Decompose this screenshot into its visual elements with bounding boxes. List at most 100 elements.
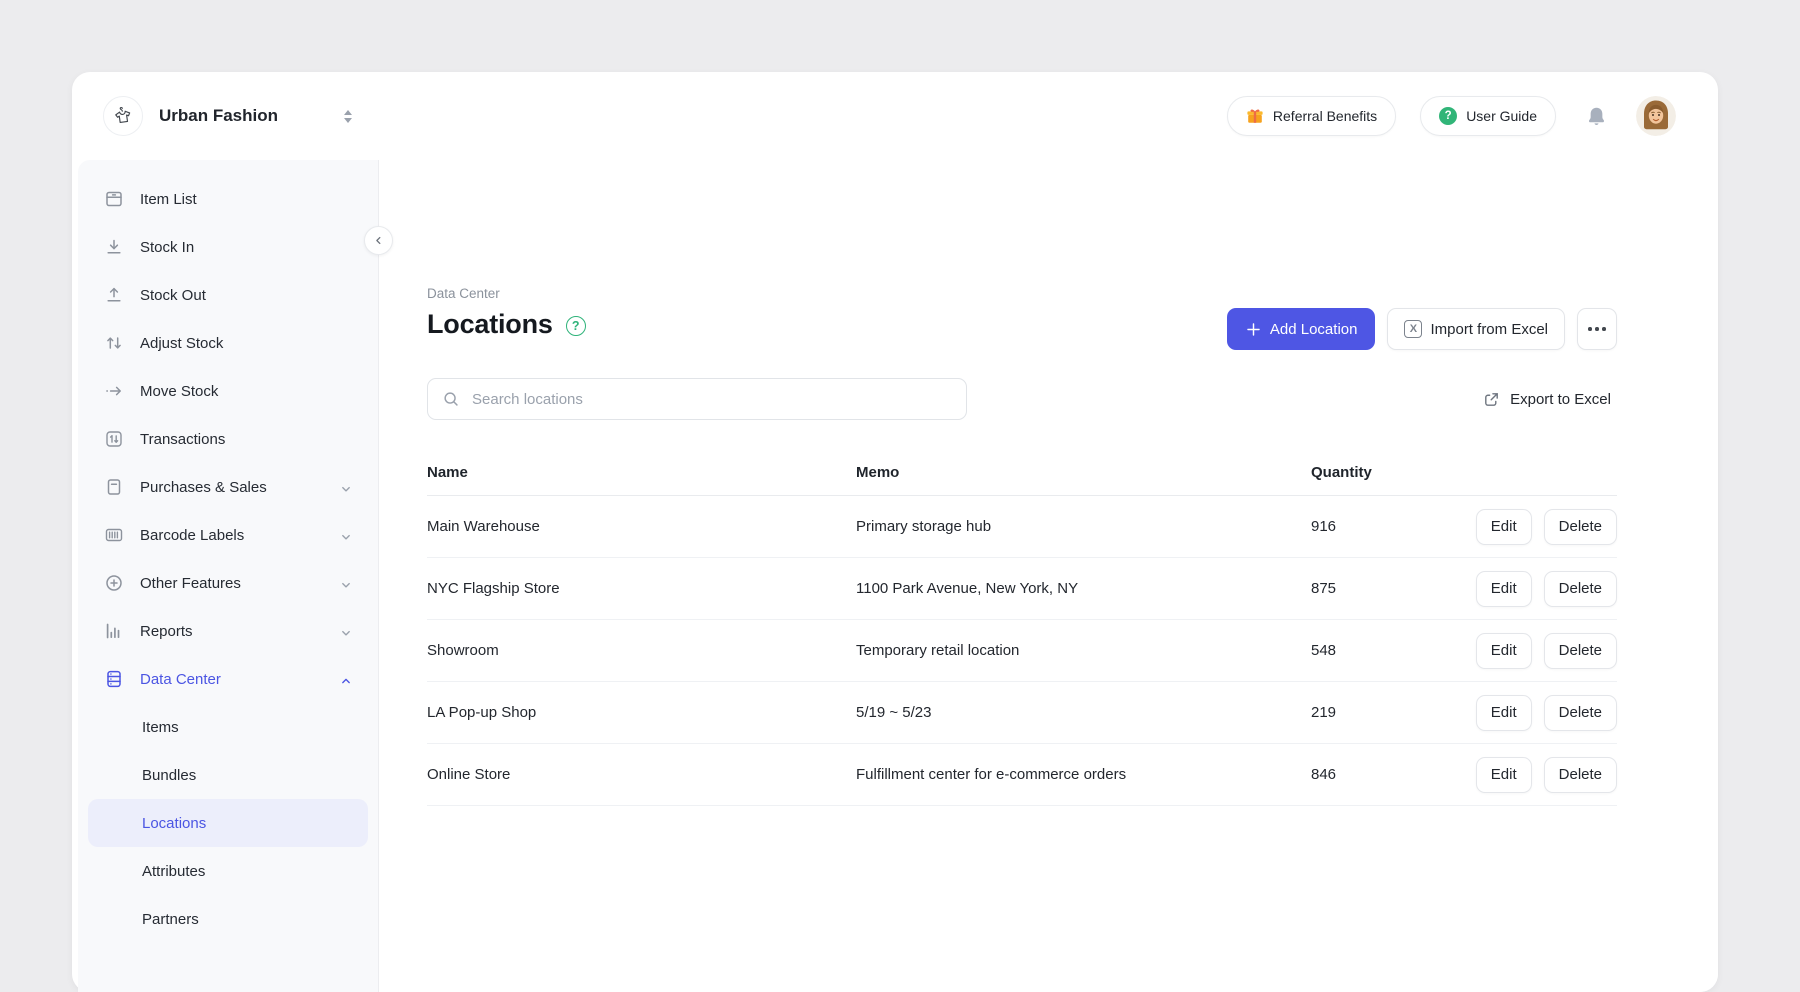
sidebar-item-purchases-sales[interactable]: Purchases & Sales bbox=[78, 463, 378, 511]
sidebar-item-stock-out[interactable]: Stock Out bbox=[78, 271, 378, 319]
sidebar-subitem-label: Attributes bbox=[142, 863, 205, 880]
cell-memo: 1100 Park Avenue, New York, NY bbox=[856, 580, 1311, 597]
sidebar-item-reports[interactable]: Reports bbox=[78, 607, 378, 655]
edit-button[interactable]: Edit bbox=[1476, 757, 1532, 793]
cell-name: Online Store bbox=[427, 766, 856, 783]
sidebar-item-other-features[interactable]: Other Features bbox=[78, 559, 378, 607]
sidebar-item-transactions[interactable]: Transactions bbox=[78, 415, 378, 463]
sidebar-item-label: Other Features bbox=[140, 575, 241, 592]
workspace-name: Urban Fashion bbox=[159, 106, 278, 126]
edit-button[interactable]: Edit bbox=[1476, 633, 1532, 669]
other-features-icon bbox=[104, 573, 124, 593]
cell-memo: Fulfillment center for e-commerce orders bbox=[856, 766, 1311, 783]
avatar[interactable] bbox=[1636, 96, 1676, 136]
plus-icon bbox=[1245, 321, 1262, 338]
workspace-switcher-icon[interactable] bbox=[344, 110, 352, 123]
cell-quantity: 875 bbox=[1311, 580, 1485, 597]
notifications-bell-button[interactable] bbox=[1585, 105, 1608, 128]
move-stock-icon bbox=[104, 381, 124, 401]
sidebar-item-label: Item List bbox=[140, 191, 197, 208]
delete-button[interactable]: Delete bbox=[1544, 571, 1617, 607]
cell-name: LA Pop-up Shop bbox=[427, 704, 856, 721]
column-header-memo: Memo bbox=[856, 464, 1311, 481]
reports-icon bbox=[104, 621, 124, 641]
sidebar-item-adjust-stock[interactable]: Adjust Stock bbox=[78, 319, 378, 367]
sidebar-item-label: Purchases & Sales bbox=[140, 479, 267, 496]
delete-button[interactable]: Delete bbox=[1544, 695, 1617, 731]
question-circle-icon: ? bbox=[1439, 107, 1457, 125]
edit-button[interactable]: Edit bbox=[1476, 695, 1532, 731]
page-background: { "app": { "workspace_name": "Urban Fash… bbox=[0, 0, 1800, 951]
sidebar: Item List Stock In Stock OutAdjust Stock Mo… bbox=[78, 160, 379, 992]
sidebar-subitem-label: Locations bbox=[142, 815, 206, 832]
breadcrumb: Data Center bbox=[427, 286, 500, 301]
workspace-switcher[interactable]: Urban Fashion bbox=[103, 96, 352, 136]
table-header: Name Memo Quantity bbox=[427, 450, 1617, 496]
help-icon[interactable]: ? bbox=[566, 316, 586, 336]
cell-quantity: 846 bbox=[1311, 766, 1485, 783]
adjust-stock-icon bbox=[104, 333, 124, 353]
sidebar-item-barcode-labels[interactable]: Barcode Labels bbox=[78, 511, 378, 559]
sidebar-nav: Item List Stock In Stock OutAdjust Stock Mo… bbox=[78, 175, 378, 943]
cell-quantity: 219 bbox=[1311, 704, 1485, 721]
cell-memo: 5/19 ~ 5/23 bbox=[856, 704, 1311, 721]
sidebar-subitem-items[interactable]: Items bbox=[88, 703, 368, 751]
cell-name: Main Warehouse bbox=[427, 518, 856, 535]
sidebar-item-label: Stock In bbox=[140, 239, 194, 256]
delete-button[interactable]: Delete bbox=[1544, 633, 1617, 669]
transactions-icon bbox=[104, 429, 124, 449]
sidebar-subitem-label: Items bbox=[142, 719, 179, 736]
sidebar-subitem-label: Bundles bbox=[142, 767, 196, 784]
sidebar-subitem-partners[interactable]: Partners bbox=[88, 895, 368, 943]
ellipsis-icon bbox=[1588, 327, 1592, 331]
sidebar-item-item-list[interactable]: Item List bbox=[78, 175, 378, 223]
add-location-button[interactable]: Add Location bbox=[1227, 308, 1376, 350]
more-options-button[interactable] bbox=[1577, 308, 1617, 350]
cell-memo: Primary storage hub bbox=[856, 518, 1311, 535]
chevron-up-icon bbox=[338, 671, 354, 687]
app-header: Urban Fashion Referral Benefits bbox=[72, 72, 1718, 160]
delete-button[interactable]: Delete bbox=[1544, 509, 1617, 545]
delete-button[interactable]: Delete bbox=[1544, 757, 1617, 793]
chevron-down-icon bbox=[338, 623, 354, 639]
locations-table: Name Memo Quantity Main WarehousePrimary… bbox=[427, 450, 1617, 806]
table-row: NYC Flagship Store1100 Park Avenue, New … bbox=[427, 558, 1617, 620]
barcode-labels-icon bbox=[104, 525, 124, 545]
sidebar-item-label: Reports bbox=[140, 623, 193, 640]
tshirt-logo-icon bbox=[103, 96, 143, 136]
app-card: Urban Fashion Referral Benefits bbox=[72, 72, 1718, 992]
cell-name: NYC Flagship Store bbox=[427, 580, 856, 597]
data-center-icon bbox=[104, 669, 124, 689]
referral-benefits-button[interactable]: Referral Benefits bbox=[1227, 96, 1396, 136]
sidebar-subitem-attributes[interactable]: Attributes bbox=[88, 847, 368, 895]
page-title: Locations bbox=[427, 309, 553, 340]
cell-quantity: 916 bbox=[1311, 518, 1485, 535]
sidebar-item-move-stock[interactable]: Move Stock bbox=[78, 367, 378, 415]
page-actions: Add Location X Import from Excel bbox=[1227, 308, 1617, 350]
table-row: Online StoreFulfillment center for e-com… bbox=[427, 744, 1617, 806]
user-guide-button[interactable]: ? User Guide bbox=[1420, 96, 1556, 136]
sidebar-item-label: Move Stock bbox=[140, 383, 218, 400]
sidebar-subitem-bundles[interactable]: Bundles bbox=[88, 751, 368, 799]
sidebar-item-data-center[interactable]: Data Center bbox=[78, 655, 378, 703]
table-body: Main WarehousePrimary storage hub916Edit… bbox=[427, 496, 1617, 806]
edit-button[interactable]: Edit bbox=[1476, 509, 1532, 545]
import-from-excel-button[interactable]: X Import from Excel bbox=[1387, 308, 1565, 350]
sidebar-subitem-label: Partners bbox=[142, 911, 199, 928]
chevron-down-icon bbox=[338, 527, 354, 543]
search-input[interactable] bbox=[470, 390, 952, 409]
stock-out-icon bbox=[104, 285, 124, 305]
search-box[interactable] bbox=[427, 378, 967, 420]
export-to-excel-button[interactable]: Export to Excel bbox=[1476, 389, 1617, 410]
edit-button[interactable]: Edit bbox=[1476, 571, 1532, 607]
sidebar-item-label: Transactions bbox=[140, 431, 225, 448]
sidebar-item-stock-in[interactable]: Stock In bbox=[78, 223, 378, 271]
table-row: LA Pop-up Shop5/19 ~ 5/23219Edit Delete bbox=[427, 682, 1617, 744]
chevron-left-icon bbox=[372, 234, 385, 247]
collapse-sidebar-button[interactable] bbox=[364, 226, 393, 255]
chevron-down-icon bbox=[338, 575, 354, 591]
main-content: Data Center Locations ? Add Location X I… bbox=[379, 160, 1718, 992]
export-icon bbox=[1482, 390, 1501, 409]
search-icon bbox=[442, 390, 460, 408]
sidebar-subitem-locations[interactable]: Locations bbox=[88, 799, 368, 847]
